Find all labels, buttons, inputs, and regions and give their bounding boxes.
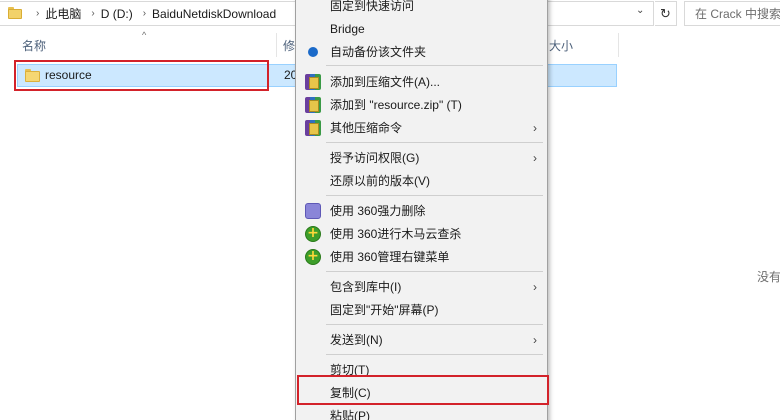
chevron-right-icon[interactable]: ›	[36, 8, 39, 19]
menu-item-other-compress[interactable]: 其他压缩命令 ›	[296, 116, 547, 139]
menu-item-grant-access[interactable]: 授予访问权限(G) ›	[296, 146, 547, 169]
winrar-icon	[305, 74, 321, 90]
column-header-name[interactable]: 名称	[22, 33, 46, 57]
menu-item-label: 包含到库中(I)	[330, 280, 402, 294]
menu-item-pin-quick-access[interactable]: 固定到快速访问	[296, 0, 547, 17]
menu-item-label: 固定到快速访问	[330, 0, 415, 13]
menu-item-include-library[interactable]: 包含到库中(I) ›	[296, 275, 547, 298]
breadcrumb-drive-d[interactable]: D (D:)	[101, 7, 133, 21]
menu-item-pin-start[interactable]: 固定到"开始"屏幕(P)	[296, 298, 547, 321]
menu-item-label: 使用 360进行木马云查杀	[330, 227, 462, 241]
menu-separator	[326, 195, 543, 196]
menu-item-label: 添加到 "resource.zip" (T)	[330, 98, 462, 112]
menu-item-add-to-archive[interactable]: 添加到压缩文件(A)...	[296, 70, 547, 93]
sort-ascending-icon: ^	[142, 30, 147, 40]
column-header-modified[interactable]: 修	[283, 33, 295, 57]
winrar-icon	[305, 97, 321, 113]
refresh-icon: ↻	[660, 5, 671, 21]
360-icon: +	[305, 226, 321, 242]
highlight-box-copy	[297, 375, 549, 405]
chevron-right-icon: ›	[533, 120, 537, 135]
menu-item-label: 还原以前的版本(V)	[330, 174, 430, 188]
menu-item-label: 添加到压缩文件(A)...	[330, 75, 440, 89]
menu-item-label: 其他压缩命令	[330, 121, 403, 135]
menu-item-360-shred[interactable]: 使用 360强力删除	[296, 199, 547, 222]
menu-item-send-to[interactable]: 发送到(N) ›	[296, 328, 547, 351]
menu-item-360-scan[interactable]: + 使用 360进行木马云查杀	[296, 222, 547, 245]
menu-item-add-to-zip[interactable]: 添加到 "resource.zip" (T)	[296, 93, 547, 116]
menu-item-label: Bridge	[330, 21, 365, 36]
shredder-icon	[305, 203, 321, 219]
menu-item-label: 粘贴(P)	[330, 409, 370, 420]
chevron-right-icon: ›	[533, 279, 537, 294]
refresh-button[interactable]: ↻	[655, 1, 677, 26]
menu-separator	[326, 324, 543, 325]
menu-separator	[326, 142, 543, 143]
chevron-right-icon[interactable]: ›	[91, 8, 94, 19]
menu-separator	[326, 354, 543, 355]
menu-item-bridge[interactable]: Bridge	[296, 17, 547, 40]
menu-item-label: 固定到"开始"屏幕(P)	[330, 303, 439, 317]
status-text: 没有	[757, 270, 780, 284]
column-divider[interactable]	[276, 33, 277, 57]
breadcrumb-this-pc[interactable]: 此电脑	[45, 5, 81, 22]
search-input[interactable]: 在 Crack 中搜索	[684, 1, 780, 26]
menu-item-label: 授予访问权限(G)	[330, 151, 420, 165]
search-placeholder: 在 Crack 中搜索	[695, 7, 780, 21]
menu-separator	[326, 271, 543, 272]
chevron-right-icon: ›	[533, 150, 537, 165]
menu-item-label: 使用 360强力删除	[330, 204, 426, 218]
column-header-size[interactable]: 大小	[549, 33, 573, 57]
context-menu: 固定到快速访问 Bridge 自动备份该文件夹 添加到压缩文件(A)... 添加…	[295, 0, 548, 420]
radio-icon	[308, 47, 318, 57]
chevron-right-icon: ›	[533, 332, 537, 347]
file-explorer-window: › 此电脑 › D (D:) › BaiduNetdiskDownload ⌄ …	[0, 0, 780, 420]
column-divider[interactable]	[618, 33, 619, 57]
breadcrumb-baidunetdisk[interactable]: BaiduNetdiskDownload	[152, 7, 276, 21]
menu-separator	[326, 65, 543, 66]
chevron-down-icon[interactable]: ⌄	[636, 5, 644, 16]
menu-item-360-manage[interactable]: + 使用 360管理右键菜单	[296, 245, 547, 268]
menu-item-restore-versions[interactable]: 还原以前的版本(V)	[296, 169, 547, 192]
folder-icon	[8, 7, 26, 20]
menu-item-label: 自动备份该文件夹	[330, 45, 427, 59]
360-icon: +	[305, 249, 321, 265]
menu-item-auto-backup[interactable]: 自动备份该文件夹	[296, 40, 547, 63]
menu-item-label: 发送到(N)	[330, 333, 383, 347]
highlight-box-file	[14, 60, 269, 91]
winrar-icon	[305, 120, 321, 136]
menu-item-paste[interactable]: 粘贴(P)	[296, 404, 547, 420]
chevron-right-icon[interactable]: ›	[143, 8, 146, 19]
menu-item-label: 使用 360管理右键菜单	[330, 250, 450, 264]
